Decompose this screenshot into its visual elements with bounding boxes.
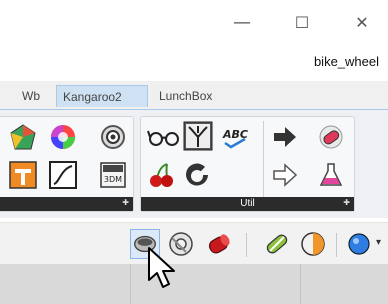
- capsule-pill-icon[interactable]: [317, 123, 345, 151]
- ribbon: 3DM ✚ ABC Util ✚: [0, 110, 388, 218]
- pacman-circle-icon[interactable]: [183, 161, 211, 189]
- tree-icon[interactable]: [183, 121, 213, 151]
- util-panel-label: Util: [240, 198, 255, 209]
- arrow-right-outline-icon[interactable]: [271, 161, 299, 189]
- color-wheel-icon[interactable]: [49, 123, 77, 151]
- tab-wb[interactable]: Wb: [16, 85, 46, 107]
- target-gear-icon[interactable]: [99, 123, 127, 151]
- svg-text:3DM: 3DM: [104, 175, 122, 184]
- panel-footer-util: Util ✚: [141, 197, 354, 211]
- canvas-grid-line: [300, 264, 301, 304]
- minimize-button[interactable]: —: [222, 8, 262, 38]
- panel-divider: [263, 121, 264, 197]
- toolbar-separator: [336, 233, 337, 257]
- toolbar-overflow-icon[interactable]: ▾: [376, 237, 381, 248]
- panel-expand-icon[interactable]: ✚: [343, 196, 350, 210]
- window-title-bar: — ☐ ✕: [0, 0, 388, 44]
- document-title: bike_wheel: [313, 54, 379, 69]
- close-button[interactable]: ✕: [342, 8, 382, 38]
- mouse-pointer-icon: [148, 247, 175, 288]
- blue-sphere-icon[interactable]: [344, 229, 374, 259]
- orange-t-icon[interactable]: [9, 161, 37, 189]
- panel-footer-left: ✚: [0, 197, 133, 211]
- tab-lunchbox[interactable]: LunchBox: [153, 85, 218, 107]
- half-sphere-icon[interactable]: [298, 229, 328, 259]
- red-cylinder-icon[interactable]: [204, 229, 234, 259]
- maximize-button[interactable]: ☐: [282, 8, 322, 38]
- canvas-grid-line: [130, 264, 131, 304]
- spellcheck-abc-icon[interactable]: ABC: [221, 123, 255, 151]
- panel-expand-icon[interactable]: ✚: [122, 196, 129, 210]
- 3dm-file-icon[interactable]: 3DM: [99, 161, 127, 189]
- canvas-toolbar: ▾: [0, 222, 388, 265]
- ribbon-panel-left: 3DM ✚: [0, 116, 134, 212]
- grasshopper-canvas[interactable]: [0, 264, 388, 304]
- tab-kangaroo2[interactable]: Kangaroo2: [56, 85, 148, 107]
- flask-icon[interactable]: [317, 161, 345, 189]
- arrow-right-filled-icon[interactable]: [271, 123, 299, 151]
- document-title-bar: bike_wheel: [0, 44, 388, 82]
- polygon-shape-icon[interactable]: [9, 123, 37, 151]
- cherries-icon[interactable]: [147, 161, 175, 189]
- green-capsule-icon[interactable]: [262, 229, 292, 259]
- ribbon-tab-row: Wb Kangaroo2 LunchBox: [0, 81, 388, 109]
- toolbar-separator: [246, 233, 247, 257]
- graph-mapper-icon[interactable]: [49, 161, 77, 189]
- ribbon-panel-util: ABC Util ✚: [140, 116, 355, 212]
- glasses-icon[interactable]: [147, 123, 181, 151]
